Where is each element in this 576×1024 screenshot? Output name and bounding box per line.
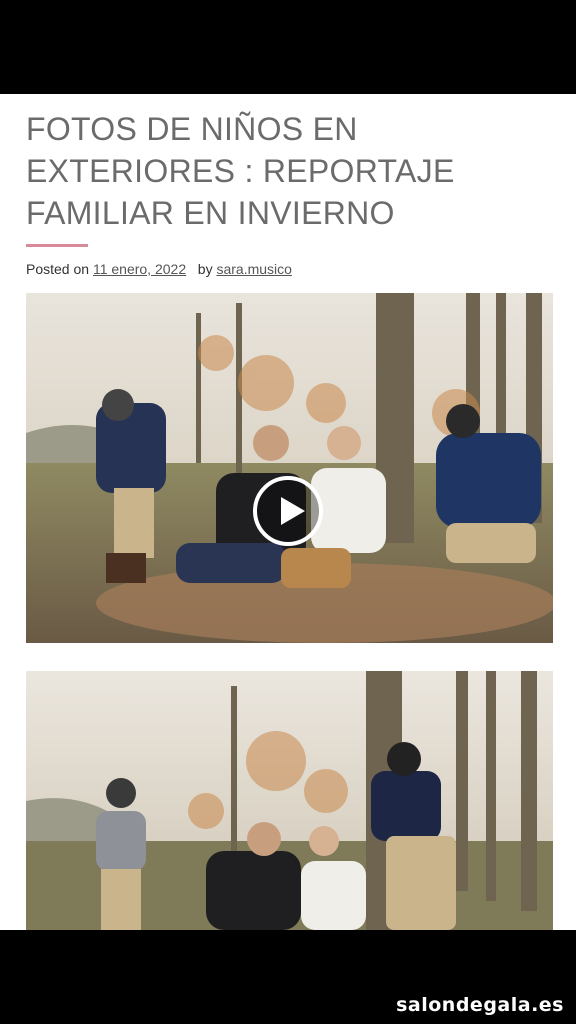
forest-family-photo-2: [26, 671, 553, 930]
play-video-button[interactable]: [253, 476, 323, 546]
by-label: by: [197, 261, 213, 277]
top-black-bar: [0, 0, 576, 94]
forest-family-photo: [26, 293, 553, 643]
article-title: FOTOS DE NIÑOS EN EXTERIORES : REPORTAJE…: [26, 111, 455, 231]
author-link[interactable]: sara.musico: [216, 261, 291, 277]
post-date-link[interactable]: 11 enero, 2022: [93, 261, 186, 277]
posted-on-label: Posted on: [26, 261, 90, 277]
article-page: FOTOS DE NIÑOS EN EXTERIORES : REPORTAJE…: [0, 94, 576, 930]
title-underline: [26, 244, 88, 247]
family-photo-video[interactable]: [26, 293, 553, 643]
bottom-black-bar: salondegala.es: [0, 930, 576, 1024]
family-photo-2: [26, 671, 553, 930]
watermark-text: salondegala.es: [396, 994, 564, 1016]
post-meta: Posted on 11 enero, 2022 by sara.musico: [26, 261, 292, 277]
